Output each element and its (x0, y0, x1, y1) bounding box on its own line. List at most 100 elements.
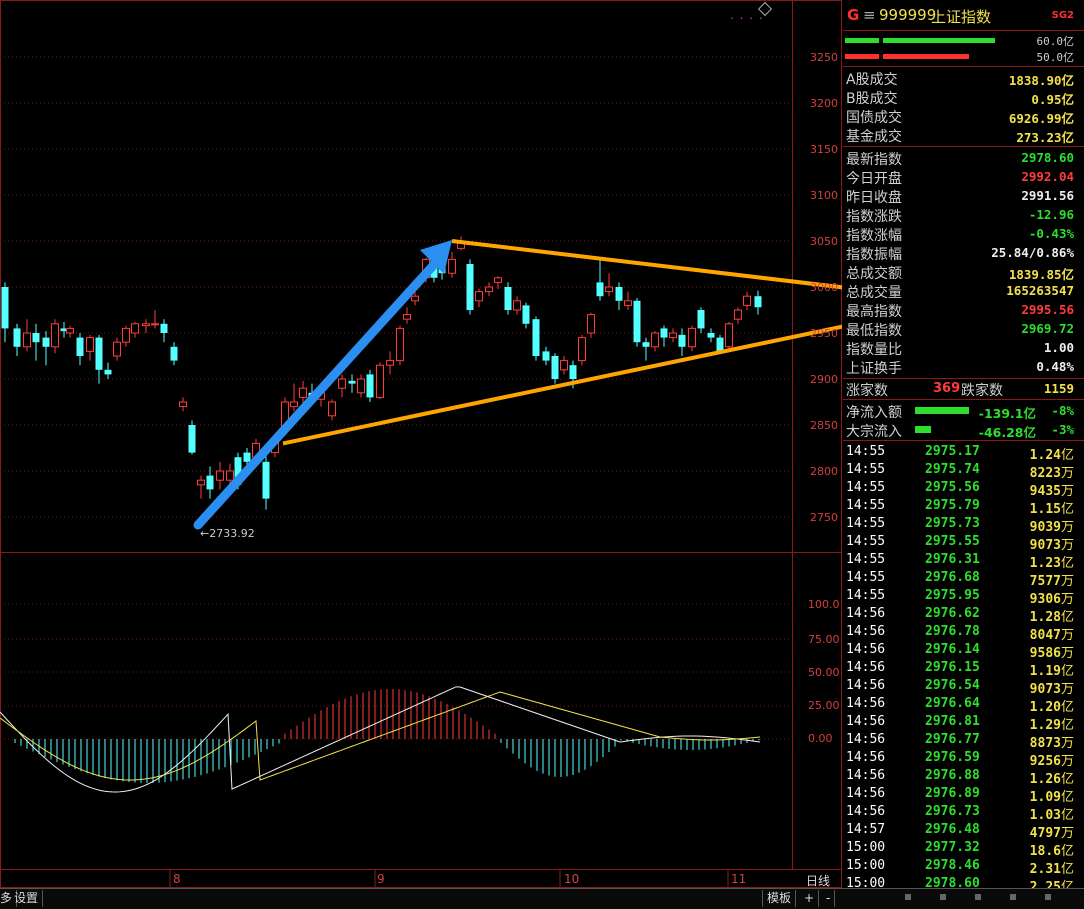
tick-volume: 2.31 (1029, 862, 1061, 877)
tick-row: 14:56 2976.88 1.26亿 (843, 768, 1084, 787)
candle-body (485, 286, 493, 293)
candle-body (170, 346, 178, 361)
sg2-badge[interactable]: SG2 (1052, 10, 1074, 21)
zoom-out-button[interactable]: - (822, 890, 836, 907)
stat-value: 1839.85亿 (1008, 267, 1074, 282)
stat-value: 0.48% (1036, 359, 1074, 374)
status-dot (1045, 894, 1051, 900)
candle-body (642, 342, 650, 347)
tick-price: 2976.59 (925, 750, 980, 765)
candle-body (160, 323, 168, 333)
tick-unit: 万 (1060, 520, 1074, 535)
tick-price: 2976.73 (925, 804, 980, 819)
tick-volume: 8047 (1029, 628, 1061, 643)
candle-body (513, 300, 521, 311)
candle-body (76, 337, 84, 356)
candle-body (95, 337, 103, 370)
tick-time: 15:00 (846, 858, 886, 873)
stat-label: 总成交量 (846, 285, 902, 301)
candle-body (754, 296, 762, 308)
y-tick-label: 3000 (810, 281, 838, 294)
macd-tick-label: 0.00 (808, 732, 833, 745)
panel-header: G ≡ 999999 上证指数 SG2 (843, 4, 1084, 28)
tick-row: 14:55 2975.55 9073万 (843, 534, 1084, 553)
tick-time: 15:00 (846, 840, 886, 855)
tick-price: 2976.31 (925, 552, 980, 567)
tick-price: 2975.74 (925, 462, 980, 477)
tick-time: 14:55 (846, 516, 886, 531)
stat-row: 最低指数 2969.72 (843, 320, 1084, 339)
down-count: 1159 (1043, 381, 1074, 396)
tick-row: 14:56 2976.89 1.09亿 (843, 786, 1084, 805)
upper-trendline (451, 239, 842, 290)
candle-body (86, 337, 94, 352)
candle-body (23, 332, 31, 348)
stat-value: 1.00 (1043, 340, 1074, 355)
candle-body (290, 401, 298, 408)
candle-body (299, 387, 307, 398)
candle-body (122, 327, 130, 343)
candle-body (475, 291, 483, 302)
candle-body (357, 378, 365, 394)
candle-body (151, 323, 159, 326)
tick-time: 14:55 (846, 444, 886, 459)
stat-label: 最新指数 (846, 152, 902, 168)
block-inflow-bar (915, 426, 931, 433)
stat-value: 2969.72 (1021, 321, 1074, 336)
breadth-row: 涨家数 369 跌家数 1159 (846, 381, 1074, 399)
tick-time: 14:56 (846, 786, 886, 801)
tick-row: 14:55 2975.79 1.15亿 (843, 498, 1084, 517)
net-inflow-row: 净流入额 -139.1亿 -8% (846, 403, 1074, 421)
zoom-in-button[interactable]: + (800, 890, 820, 907)
tick-volume: 1.29 (1029, 718, 1061, 733)
x-tick-label: 11 (731, 872, 747, 886)
chart-area[interactable]: 3250 3200 3150 3100 3050 3000 2950 2900 … (0, 0, 842, 888)
period-label[interactable]: 日线 (806, 872, 830, 889)
security-code: 999999 (879, 6, 937, 24)
settings-button[interactable]: 设置 (10, 890, 44, 907)
tick-row: 14:56 2976.78 8047万 (843, 624, 1084, 643)
tick-time: 14:56 (846, 804, 886, 819)
tick-row: 14:56 2976.77 8873万 (843, 732, 1084, 751)
tick-unit: 亿 (1060, 862, 1074, 877)
candle-body (494, 277, 502, 283)
candle-body (197, 479, 205, 486)
bar2-row: 50.0亿 (1036, 51, 1075, 64)
stat-row: 今日开盘 2992.04 (843, 168, 1084, 187)
macd-tick-label: 50.00 (808, 666, 840, 679)
macd-tick-label: 75.00 (808, 633, 840, 646)
tick-unit: 亿 (1060, 556, 1074, 571)
candle-body (669, 332, 677, 339)
candle-body (262, 461, 270, 499)
tick-price: 2976.81 (925, 714, 980, 729)
stat-row: 指数振幅 25.84/0.86% (843, 244, 1084, 263)
tick-price: 2976.88 (925, 768, 980, 783)
tick-row: 14:56 2976.62 1.28亿 (843, 606, 1084, 625)
tick-unit: 亿 (1060, 808, 1074, 823)
tick-price: 2975.55 (925, 534, 980, 549)
candle-body (66, 327, 74, 334)
menu-icon[interactable]: ≡ (863, 6, 876, 24)
candle-body (113, 341, 121, 357)
macd-tick-label: 100.0 (808, 598, 840, 611)
candle-body (396, 327, 404, 362)
stat-value: 2991.56 (1021, 188, 1074, 203)
tick-unit: 万 (1060, 538, 1074, 553)
stat-value: 273.23亿 (1016, 130, 1074, 145)
candle-body (542, 351, 550, 361)
stat-row: 总成交量 165263547 (843, 282, 1084, 301)
template-button[interactable]: 模板 (762, 890, 797, 907)
stat-label: 昨日收盘 (846, 190, 902, 206)
tick-time: 14:56 (846, 606, 886, 621)
candle-body (522, 305, 530, 324)
tick-unit: 万 (1060, 646, 1074, 661)
stat-value: 1838.90亿 (1008, 73, 1074, 88)
tick-unit: 万 (1060, 682, 1074, 697)
tick-price: 2976.68 (925, 570, 980, 585)
tick-time: 14:55 (846, 480, 886, 495)
stat-row: 基金成交 273.23亿 (843, 126, 1084, 145)
candle-body (596, 282, 604, 297)
tick-price: 2975.17 (925, 444, 980, 459)
tick-unit: 万 (1060, 484, 1074, 499)
y-tick-label: 2750 (810, 511, 838, 524)
